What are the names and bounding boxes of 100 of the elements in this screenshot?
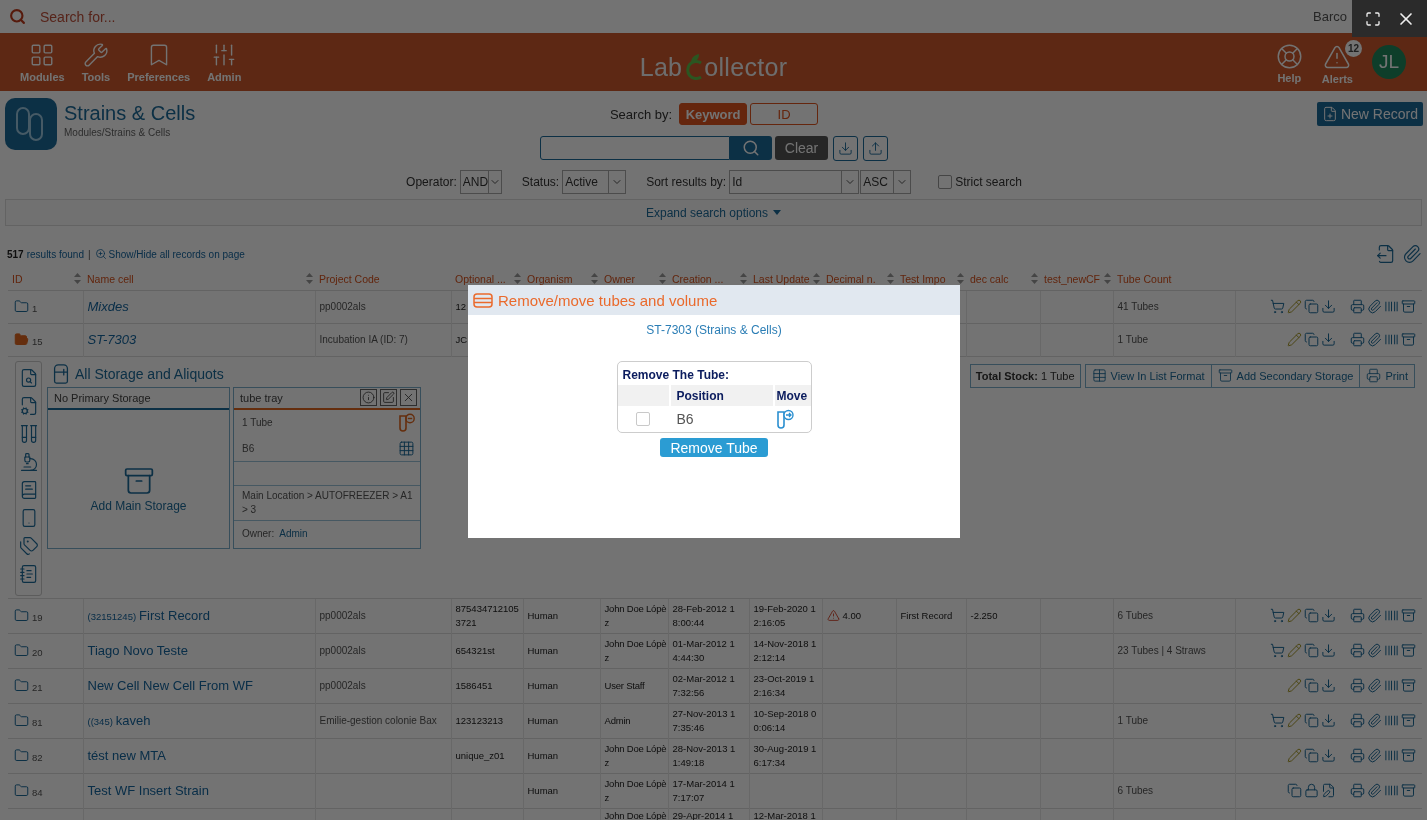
download-icon[interactable] <box>1321 608 1336 623</box>
tube-arrow-icon[interactable] <box>776 409 794 429</box>
sort-icon[interactable] <box>887 273 894 285</box>
record-name-link[interactable]: Mixdes <box>87 298 129 314</box>
column-header[interactable]: Decimal n. <box>826 272 876 285</box>
record-search-field[interactable] <box>540 136 730 160</box>
pencil-icon[interactable] <box>1287 299 1302 314</box>
record-name-link[interactable]: First Record <box>139 607 210 623</box>
info-button[interactable] <box>360 389 377 406</box>
folder-icon[interactable] <box>14 643 29 658</box>
barcode-icon[interactable] <box>1384 678 1399 693</box>
expand-search-button[interactable]: Expand search options <box>5 199 1422 226</box>
barcode-icon[interactable] <box>1384 783 1399 798</box>
open-folder-icon[interactable] <box>14 332 29 347</box>
file-pen-icon[interactable] <box>1321 783 1336 798</box>
column-header[interactable]: ID <box>12 272 23 285</box>
printer-icon[interactable] <box>1350 299 1365 314</box>
pencil-icon[interactable] <box>1287 332 1302 347</box>
operator-select[interactable]: AND <box>459 170 502 194</box>
column-header[interactable]: Name cell <box>87 272 134 285</box>
download-icon[interactable] <box>1321 678 1336 693</box>
remove-tube-button[interactable]: Remove Tube <box>660 438 768 457</box>
barcode-icon[interactable] <box>1384 748 1399 763</box>
folder-icon[interactable] <box>14 783 29 798</box>
record-name-link[interactable]: tést new MTA <box>87 747 166 763</box>
add-storage-button[interactable]: Add Secondary Storage <box>1210 363 1361 388</box>
column-header[interactable]: Last Update <box>753 272 810 285</box>
copy-icon[interactable] <box>1304 748 1319 763</box>
sort-icon[interactable] <box>813 273 820 285</box>
column-header[interactable]: Test Impo <box>900 272 946 285</box>
cart-icon[interactable] <box>1270 299 1285 314</box>
tags-icon[interactable] <box>18 535 39 556</box>
alerts-button[interactable]: 12 Alerts <box>1312 39 1362 85</box>
sort-icon[interactable] <box>74 273 81 285</box>
paperclip-icon[interactable] <box>1367 748 1382 763</box>
cart-icon[interactable] <box>1270 643 1285 658</box>
download-icon[interactable] <box>1321 748 1336 763</box>
sort-icon[interactable] <box>514 273 521 285</box>
paperclip-icon[interactable] <box>1367 713 1382 728</box>
record-name-link[interactable]: kaveh <box>115 712 151 728</box>
sort-icon[interactable] <box>957 273 964 285</box>
cart-icon[interactable] <box>1270 713 1285 728</box>
archive-icon[interactable] <box>1401 299 1416 314</box>
column-header[interactable]: Organism <box>527 272 573 285</box>
pencil-icon[interactable] <box>1287 713 1302 728</box>
sort-icon[interactable] <box>1031 273 1038 285</box>
sort-icon[interactable] <box>306 273 313 285</box>
column-header[interactable]: Owner <box>604 272 635 285</box>
notebook-icon[interactable] <box>18 563 39 584</box>
printer-icon[interactable] <box>1350 678 1365 693</box>
copy-icon[interactable] <box>1304 299 1319 314</box>
copy-icon[interactable] <box>1304 678 1319 693</box>
show-hide-link[interactable]: Show/Hide all records on page <box>94 248 245 260</box>
admin-button[interactable]: Admin <box>207 41 242 83</box>
microscope-icon[interactable] <box>18 451 39 472</box>
download-icon[interactable] <box>1321 713 1336 728</box>
column-header[interactable]: test_newCF <box>1044 272 1101 285</box>
copy-icon[interactable] <box>1304 608 1319 623</box>
status-select[interactable]: Active <box>562 170 627 194</box>
barcode-icon[interactable] <box>1384 643 1399 658</box>
copy-icon[interactable] <box>1287 783 1302 798</box>
printer-icon[interactable] <box>1350 332 1365 347</box>
download-icon[interactable] <box>1321 643 1336 658</box>
record-name-link[interactable]: New Cell New Cell From WF <box>87 677 253 693</box>
barcode-icon[interactable] <box>1384 332 1399 347</box>
pencil-icon[interactable] <box>1287 748 1302 763</box>
copy-icon[interactable] <box>1304 713 1319 728</box>
archive-icon[interactable] <box>1401 748 1416 763</box>
paperclip-icon[interactable] <box>1367 678 1382 693</box>
folder-icon[interactable] <box>14 678 29 693</box>
barcode-icon[interactable] <box>1384 713 1399 728</box>
copy-icon[interactable] <box>1304 643 1319 658</box>
search-mode-tab[interactable]: ID <box>750 103 819 125</box>
printer-icon[interactable] <box>1350 608 1365 623</box>
test-tubes-icon[interactable] <box>18 423 39 444</box>
checkbox[interactable] <box>636 412 650 426</box>
pencil-icon[interactable] <box>1287 643 1302 658</box>
file-export-icon[interactable] <box>1376 244 1396 264</box>
clear-button[interactable]: Clear <box>775 136 828 160</box>
folder-icon[interactable] <box>14 608 29 623</box>
paperclip-icon[interactable] <box>1367 608 1382 623</box>
file-gear-icon[interactable] <box>18 395 39 416</box>
column-header[interactable]: Optional ... <box>455 272 506 285</box>
print-button[interactable]: Print <box>1359 363 1415 388</box>
archive-icon[interactable] <box>1401 332 1416 347</box>
search-button[interactable] <box>730 136 772 160</box>
delete-button[interactable] <box>400 389 417 406</box>
record-name-link[interactable]: Test WF Insert Strain <box>87 782 209 798</box>
sort-order-select[interactable]: ASC <box>860 170 912 194</box>
paperclip-icon[interactable] <box>1367 643 1382 658</box>
grid-icon[interactable] <box>398 440 415 457</box>
record-link[interactable]: ST-7303 (Strains & Cells) <box>646 323 782 337</box>
paperclip-icon[interactable] <box>1367 299 1382 314</box>
list-format-button[interactable]: View In List Format <box>1084 363 1212 388</box>
download-button[interactable] <box>833 135 858 161</box>
folder-icon[interactable] <box>14 713 29 728</box>
edit-button[interactable] <box>380 389 397 406</box>
new-record-button[interactable]: New Record <box>1316 102 1423 126</box>
archive-icon[interactable] <box>1401 608 1416 623</box>
download-icon[interactable] <box>1321 332 1336 347</box>
